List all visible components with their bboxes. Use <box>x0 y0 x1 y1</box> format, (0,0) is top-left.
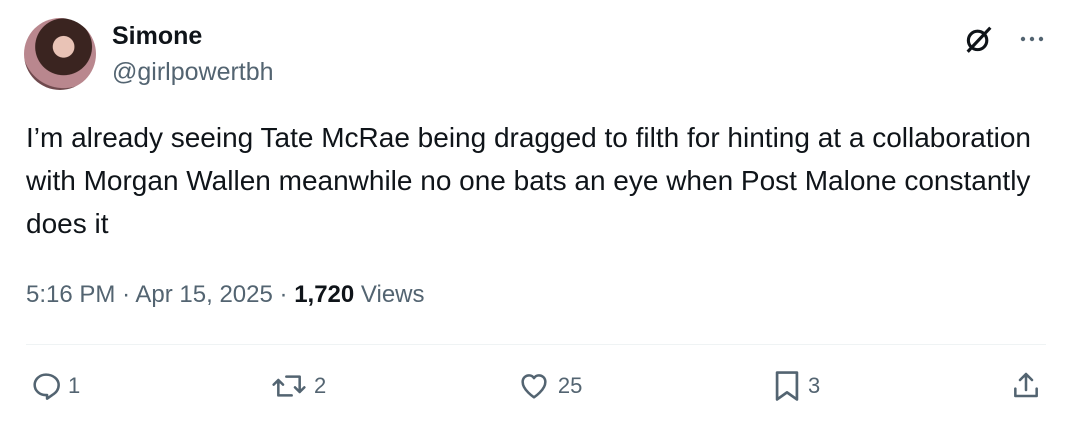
meta-separator: · <box>122 281 131 308</box>
bookmark-count: 3 <box>808 373 821 398</box>
like-button[interactable]: 25 <box>516 370 582 402</box>
grok-icon[interactable] <box>962 22 996 56</box>
like-count: 25 <box>557 373 583 398</box>
tweet-text: I’m already seeing Tate McRae being drag… <box>26 122 1031 239</box>
meta-separator: · <box>279 281 288 308</box>
views-label: Views <box>360 281 425 308</box>
more-icon[interactable] <box>1020 35 1044 43</box>
tweet-time[interactable]: 5:16 PM <box>26 281 115 308</box>
reply-button[interactable]: 1 <box>30 370 80 402</box>
share-icon <box>1010 369 1042 403</box>
user-handle[interactable]: @girlpowertbh <box>112 57 274 87</box>
avatar[interactable] <box>24 18 96 90</box>
repost-icon <box>270 370 308 402</box>
repost-count: 2 <box>313 373 327 398</box>
share-button[interactable] <box>1010 369 1042 403</box>
like-icon <box>516 370 552 402</box>
bookmark-button[interactable]: 3 <box>772 369 820 403</box>
repost-button[interactable]: 2 <box>270 370 326 402</box>
bookmark-icon <box>772 369 802 403</box>
tweet-meta: 5:16 PM · Apr 15, 2025 · 1,720 Views <box>26 280 425 310</box>
reply-count: 1 <box>68 373 81 398</box>
action-bar: 1 2 25 3 <box>30 366 1042 406</box>
divider <box>26 344 1046 345</box>
reply-icon <box>30 370 62 402</box>
tweet-header-actions <box>962 22 1044 56</box>
views-count: 1,720 <box>294 281 355 308</box>
display-name[interactable]: Simone <box>112 21 202 51</box>
tweet-date[interactable]: Apr 15, 2025 <box>135 281 272 308</box>
